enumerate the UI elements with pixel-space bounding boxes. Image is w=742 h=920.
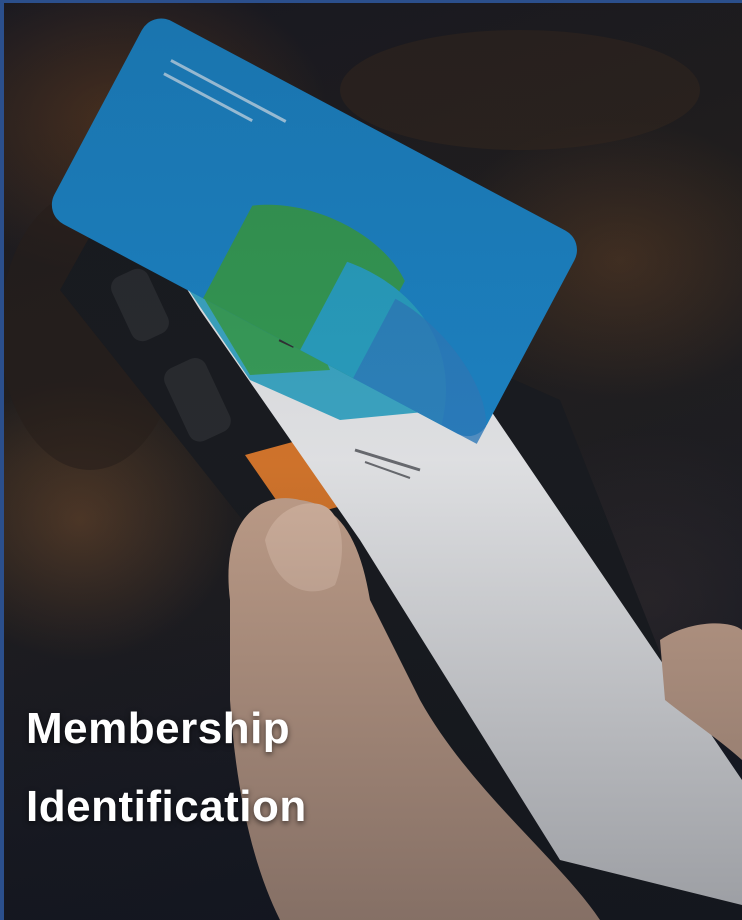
frame-top-edge [0, 0, 742, 3]
membership-identification-image: Membership Identification [0, 0, 742, 920]
caption: Membership Identification [26, 690, 626, 846]
caption-line-1: Membership [26, 704, 291, 753]
caption-line-2: Identification [26, 782, 307, 831]
frame-left-edge [0, 0, 4, 920]
